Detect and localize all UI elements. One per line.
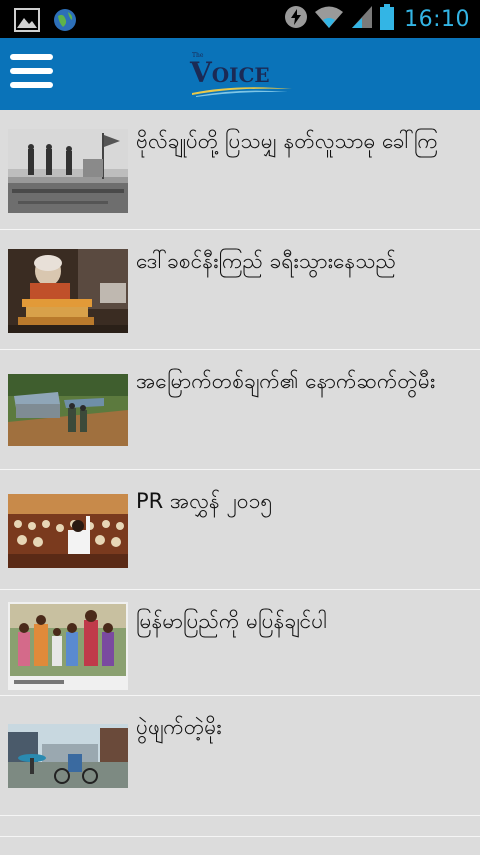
article-thumbnail <box>8 374 128 446</box>
article-title: ပွဲဖျက်တဲ့မိုး <box>136 715 222 739</box>
app-logo: The Voice <box>190 50 294 98</box>
app-bar: The Voice <box>0 38 480 110</box>
wifi-icon <box>314 4 344 34</box>
article-item-2[interactable]: ဒေါ်ခစင်နီးကြည် ခရီးသွားနေသည် <box>0 230 480 350</box>
status-bar: 16:10 <box>0 0 480 38</box>
menu-button[interactable] <box>10 54 54 94</box>
article-thumbnail <box>8 494 128 568</box>
globe-icon <box>52 7 78 37</box>
article-title: PR အလွှန် ၂၀၁၅ <box>136 489 273 513</box>
article-item-4[interactable]: PR အလွှန် ၂၀၁၅ <box>0 470 480 590</box>
article-thumbnail <box>8 129 128 213</box>
article-thumbnail <box>8 249 128 333</box>
battery-icon <box>380 4 395 34</box>
article-title: ဗိုလ်ချုပ်တို့ ပြသမျှ နတ်လူသာဓု ခေါ်ကြ <box>136 129 438 153</box>
article-item-1[interactable]: ဗိုလ်ချုပ်တို့ ပြသမျှ နတ်လူသာဓု ခေါ်ကြ <box>0 110 480 230</box>
article-title: အမြောက်တစ်ချက်၏ နောက်ဆက်တွဲမီး <box>136 369 436 393</box>
article-item-5[interactable]: မြန်မာပြည်ကို မပြန်ချင်ပါ <box>0 590 480 696</box>
article-item-partial[interactable] <box>0 836 480 855</box>
article-title: ဒေါ်ခစင်နီးကြည် ခရီးသွားနေသည် <box>136 249 396 273</box>
menu-icon <box>10 54 53 60</box>
logo-swoosh-icon <box>192 87 292 97</box>
signal-icon <box>350 4 374 34</box>
gallery-icon <box>14 8 40 36</box>
article-item-3[interactable]: အမြောက်တစ်ချက်၏ နောက်ဆက်တွဲမီး <box>0 350 480 470</box>
article-item-6[interactable]: ပွဲဖျက်တဲ့မိုး <box>0 696 480 816</box>
article-thumbnail <box>8 724 128 788</box>
article-thumbnail <box>8 602 128 690</box>
article-list: ဗိုလ်ချုပ်တို့ ပြသမျှ နတ်လူသာဓု ခေါ်ကြ ဒ… <box>0 110 480 816</box>
article-title: မြန်မာပြည်ကို မပြန်ချင်ပါ <box>136 609 327 633</box>
battery-saver-icon <box>284 5 308 33</box>
clock: 16:10 <box>404 6 470 32</box>
